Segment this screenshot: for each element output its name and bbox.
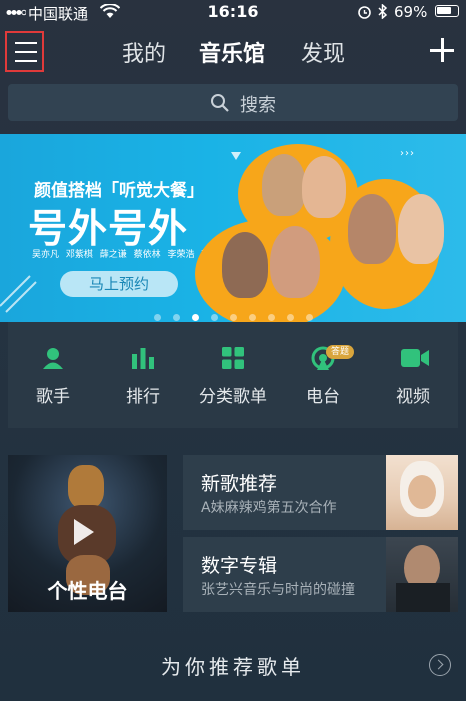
status-bar: 中国联通 16:16 69% <box>0 0 466 24</box>
personal-radio-label: 个性电台 <box>47 579 128 603</box>
recommend-section-title: 为你推荐歌单 <box>161 655 305 679</box>
search-icon <box>211 94 229 112</box>
menu-button[interactable] <box>5 31 44 72</box>
nav-category[interactable]: 分类歌单 <box>188 322 278 428</box>
nav-singer[interactable]: 歌手 <box>8 322 98 428</box>
tab-mine[interactable]: 我的 <box>122 36 166 68</box>
search-bar[interactable]: 搜索 <box>8 84 458 121</box>
battery-icon <box>435 5 459 17</box>
decor-chevrons: ››› <box>400 148 415 159</box>
digital-album-thumbnail <box>386 537 458 612</box>
artist-photo <box>262 154 306 216</box>
promo-banner[interactable]: 颜值搭档「听觉大餐」 号外号外 吴亦凡 邓紫棋 薛之谦 蔡依林 李荣浩 韩雪 马… <box>0 134 466 322</box>
nav-category-label: 分类歌单 <box>199 387 267 407</box>
video-icon <box>401 349 429 367</box>
battery-percent: 69% <box>394 3 428 21</box>
nav-radio[interactable]: 电台 <box>278 322 368 428</box>
new-songs-title: 新歌推荐 <box>201 473 278 495</box>
alarm-icon <box>358 6 371 19</box>
nav-chart-label: 排行 <box>126 387 160 407</box>
digital-album-card[interactable]: 数字专辑 张艺兴音乐与时尚的碰撞 <box>183 537 458 612</box>
new-songs-desc: A妹麻辣鸡第五次合作 <box>201 500 337 516</box>
chart-icon <box>132 348 154 369</box>
nav-video-label: 视频 <box>396 387 430 407</box>
menu-icon <box>15 42 37 44</box>
decor-triangle <box>231 152 241 160</box>
poster-figure <box>68 465 104 509</box>
add-button[interactable] <box>430 38 454 62</box>
carousel-indicator <box>0 306 466 322</box>
recommend-more-button[interactable] <box>429 654 451 676</box>
quiz-badge: 答题 <box>326 345 355 359</box>
new-songs-thumbnail <box>386 455 458 530</box>
digital-album-title: 数字专辑 <box>201 555 278 577</box>
tab-discover[interactable]: 发现 <box>301 36 345 68</box>
reserve-button[interactable]: 马上预约 <box>60 271 178 297</box>
nav-chart[interactable]: 排行 <box>98 322 188 428</box>
banner-artist-names: 吴亦凡 邓紫棋 薛之谦 蔡依林 李荣浩 韩雪 <box>32 250 220 260</box>
quick-nav: 歌手 排行 分类歌单 电台 视频 答题 <box>8 322 458 428</box>
nav-video[interactable]: 视频 <box>368 322 458 428</box>
digital-album-desc: 张艺兴音乐与时尚的碰撞 <box>201 582 355 598</box>
play-icon[interactable] <box>74 519 94 545</box>
nav-radio-label: 电台 <box>306 387 340 407</box>
bluetooth-icon <box>378 4 388 19</box>
personal-radio-card[interactable]: 个性电台 <box>8 455 167 612</box>
new-songs-card[interactable]: 新歌推荐 A妹麻辣鸡第五次合作 <box>183 455 458 530</box>
tab-music-hall[interactable]: 音乐馆 <box>199 36 265 68</box>
nav-singer-label: 歌手 <box>36 387 70 407</box>
singer-icon <box>43 348 63 369</box>
search-placeholder: 搜索 <box>240 95 276 116</box>
banner-title: 号外号外 <box>28 207 189 252</box>
grid-icon <box>222 347 244 369</box>
